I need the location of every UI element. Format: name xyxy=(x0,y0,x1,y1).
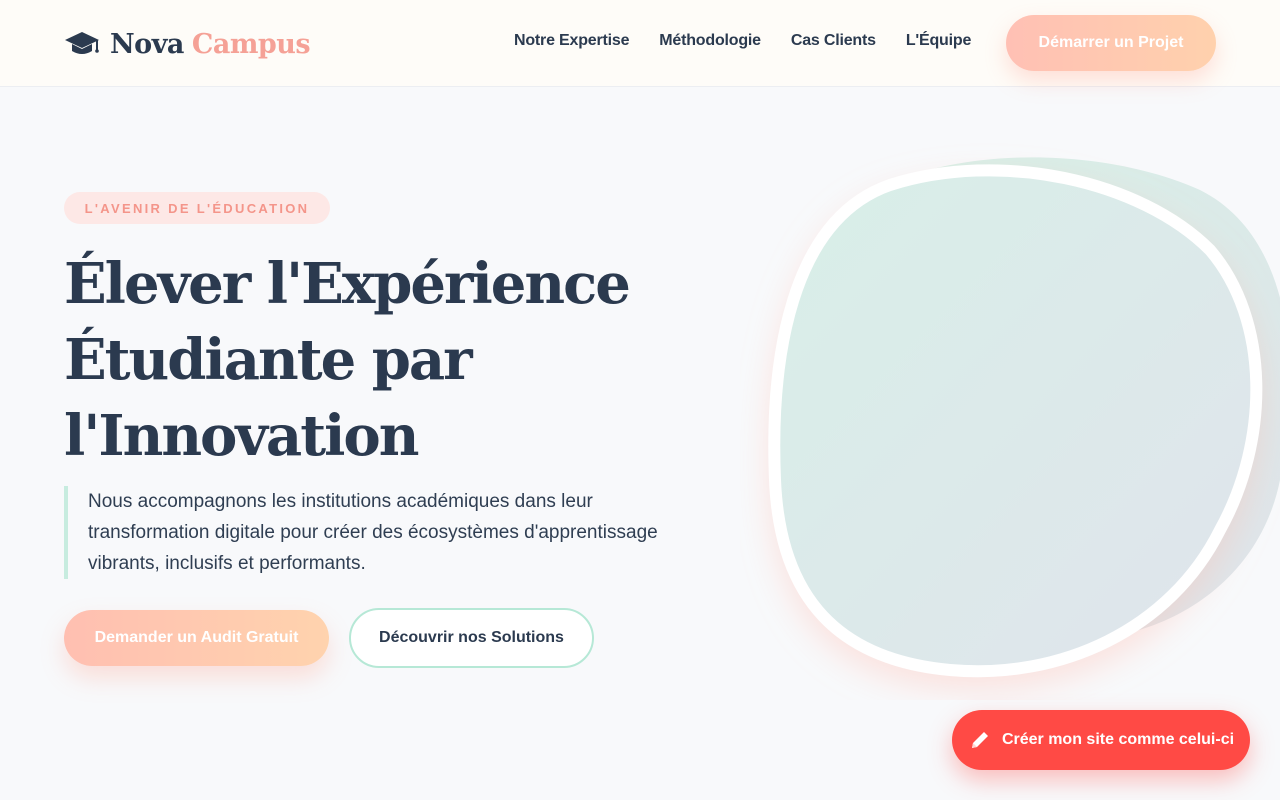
hero-title-line-2: Étudiante par xyxy=(64,327,473,393)
hero-badge: L'AVENIR DE L'ÉDUCATION xyxy=(64,192,330,224)
hero-title: Élever l'Expérience Étudiante par l'Inno… xyxy=(64,246,704,474)
site-header: Nova Campus Notre Expertise Méthodologie … xyxy=(0,0,1280,87)
brand-wordmark: Nova Campus xyxy=(110,28,311,60)
start-project-button[interactable]: Démarrer un Projet xyxy=(1006,15,1216,71)
request-audit-button[interactable]: Demander un Audit Gratuit xyxy=(64,610,329,666)
brand-logo[interactable]: Nova Campus xyxy=(64,24,311,64)
pencil-icon xyxy=(971,732,988,748)
nav-item-equipe[interactable]: L'Équipe xyxy=(906,32,972,50)
hero-lead: Nous accompagnons les institutions acadé… xyxy=(64,486,684,579)
create-site-button[interactable]: Créer mon site comme celui-ci xyxy=(952,710,1250,770)
brand-name-accent: Campus xyxy=(191,28,311,60)
nav-item-methodologie[interactable]: Méthodologie xyxy=(659,32,761,50)
graduation-cap-icon xyxy=(65,32,99,54)
discover-solutions-button[interactable]: Découvrir nos Solutions xyxy=(349,608,594,668)
hero-blob-illustration xyxy=(768,157,1280,678)
hero-title-line-1: Élever l'Expérience xyxy=(64,251,631,317)
nav-item-cas-clients[interactable]: Cas Clients xyxy=(791,32,876,50)
main-nav: Notre Expertise Méthodologie Cas Clients… xyxy=(514,32,971,50)
brand-name-primary: Nova xyxy=(110,28,184,60)
nav-item-expertise[interactable]: Notre Expertise xyxy=(514,32,629,50)
hero-title-line-3: l'Innovation xyxy=(64,403,419,469)
create-site-label: Créer mon site comme celui-ci xyxy=(1001,731,1235,748)
